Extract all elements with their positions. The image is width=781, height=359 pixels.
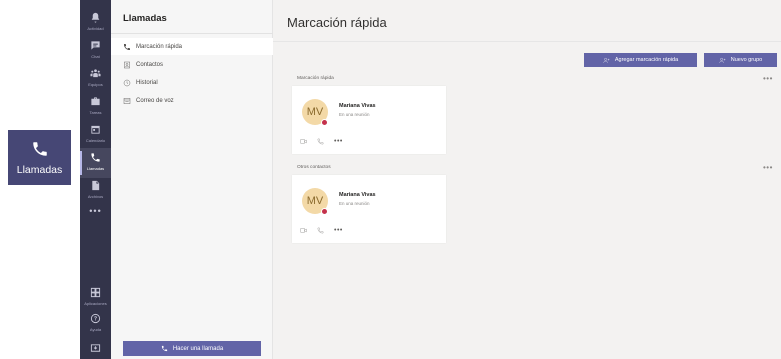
page-title: Marcación rápida xyxy=(287,15,387,30)
rail-item-chat[interactable]: Chat xyxy=(80,36,111,66)
callout-label: Llamadas xyxy=(16,163,63,176)
history-icon xyxy=(123,79,131,86)
card-more-button[interactable]: ••• xyxy=(334,138,343,145)
contacts-icon xyxy=(124,61,130,68)
nav-label-history: Historial xyxy=(136,79,158,86)
list-divider xyxy=(111,33,273,34)
phone-icon xyxy=(161,345,167,352)
rail-label-activity: Actividad xyxy=(87,26,104,31)
phone-icon xyxy=(91,153,100,162)
section-more-button[interactable]: ••• xyxy=(763,74,773,83)
rail-label-apps: Aplicaciones xyxy=(84,301,107,306)
nav-item-speed-dial[interactable]: Marcación rápida xyxy=(111,38,273,55)
file-icon xyxy=(92,180,100,191)
phone-icon xyxy=(32,141,47,156)
teams-window: Llamadas Actividad Chat Equipos Tareas C… xyxy=(0,0,781,359)
rail-item-teams[interactable]: Equipos xyxy=(80,64,111,94)
rail-label-help: Ayuda xyxy=(89,327,102,332)
teams-icon xyxy=(90,69,101,78)
phone-icon xyxy=(124,43,130,50)
add-group-icon xyxy=(719,57,726,63)
main-content: Marcación rápida Agregar marcación rápid… xyxy=(273,0,781,359)
new-group-button[interactable]: Nuevo grupo xyxy=(704,53,777,67)
calls-list-panel: Llamadas Marcación rápida Contactos Hist… xyxy=(111,0,273,359)
main-header: Marcación rápida xyxy=(273,0,781,42)
bell-icon xyxy=(91,12,100,23)
rail-more-button[interactable]: ••• xyxy=(80,206,111,216)
nav-label-speed-dial: Marcación rápida xyxy=(136,43,183,50)
audio-call-icon[interactable] xyxy=(317,138,324,145)
rail-item-calendar[interactable]: Calendario xyxy=(80,120,111,150)
contact-name: Mariana Vivas xyxy=(339,192,376,198)
rail-label-files: Archivos xyxy=(87,194,104,199)
rail-label-teams: Equipos xyxy=(88,82,103,87)
nav-item-history[interactable]: Historial xyxy=(111,74,273,91)
make-call-label: Hacer una llamada xyxy=(172,345,224,352)
calls-callout[interactable]: Llamadas xyxy=(8,130,71,185)
contact-card[interactable]: MV Mariana Vivas En una reunión ••• xyxy=(292,86,446,154)
busy-presence-icon xyxy=(321,119,328,126)
nav-label-voicemail: Correo de voz xyxy=(136,97,174,104)
calendar-icon xyxy=(91,125,100,134)
rail-label-tasks: Tareas xyxy=(89,110,102,115)
download-icon xyxy=(90,344,101,352)
rail-item-activity[interactable]: Actividad xyxy=(80,8,111,38)
voicemail-icon xyxy=(123,97,131,104)
apps-icon xyxy=(90,287,101,298)
busy-presence-icon xyxy=(321,208,328,215)
make-call-button[interactable]: Hacer una llamada xyxy=(123,341,261,356)
rail-label-calls: Llamadas xyxy=(86,166,105,171)
contact-status: En una reunión xyxy=(339,201,370,206)
rail-item-calls[interactable]: Llamadas xyxy=(80,148,111,178)
rail-item-download[interactable] xyxy=(80,340,111,358)
header-divider xyxy=(273,41,781,42)
section-more-button[interactable]: ••• xyxy=(763,163,773,172)
section-label-speed-dial: Marcación rápida xyxy=(297,76,334,81)
card-actions: ••• xyxy=(300,138,343,145)
app-rail: Actividad Chat Equipos Tareas Calendario… xyxy=(80,0,111,359)
list-title: Llamadas xyxy=(123,13,167,24)
card-actions: ••• xyxy=(300,227,343,234)
new-group-label: Nuevo grupo xyxy=(730,57,763,63)
contact-name: Mariana Vivas xyxy=(339,103,376,109)
video-call-icon[interactable] xyxy=(300,138,307,145)
nav-item-contacts[interactable]: Contactos xyxy=(111,56,273,73)
audio-call-icon[interactable] xyxy=(317,227,324,234)
card-more-button[interactable]: ••• xyxy=(334,227,343,234)
rail-item-tasks[interactable]: Tareas xyxy=(80,92,111,122)
contact-status: En una reunión xyxy=(339,112,370,117)
contact-card[interactable]: MV Mariana Vivas En una reunión ••• xyxy=(292,175,446,243)
rail-item-help[interactable]: Ayuda xyxy=(80,309,111,339)
section-label-other-contacts: Otros contactos xyxy=(297,165,331,170)
chat-icon xyxy=(91,41,100,50)
rail-label-chat: Chat xyxy=(91,54,100,59)
nav-item-voicemail[interactable]: Correo de voz xyxy=(111,92,273,109)
add-speed-dial-label: Agregar marcación rápida xyxy=(614,57,679,63)
briefcase-icon xyxy=(91,97,100,106)
add-speed-dial-button[interactable]: Agregar marcación rápida xyxy=(584,53,697,67)
video-call-icon[interactable] xyxy=(300,227,307,234)
help-icon xyxy=(90,313,101,324)
add-contact-icon xyxy=(603,57,610,63)
rail-label-calendar: Calendario xyxy=(85,138,106,143)
nav-label-contacts: Contactos xyxy=(136,61,164,68)
rail-item-files[interactable]: Archivos xyxy=(80,176,111,206)
